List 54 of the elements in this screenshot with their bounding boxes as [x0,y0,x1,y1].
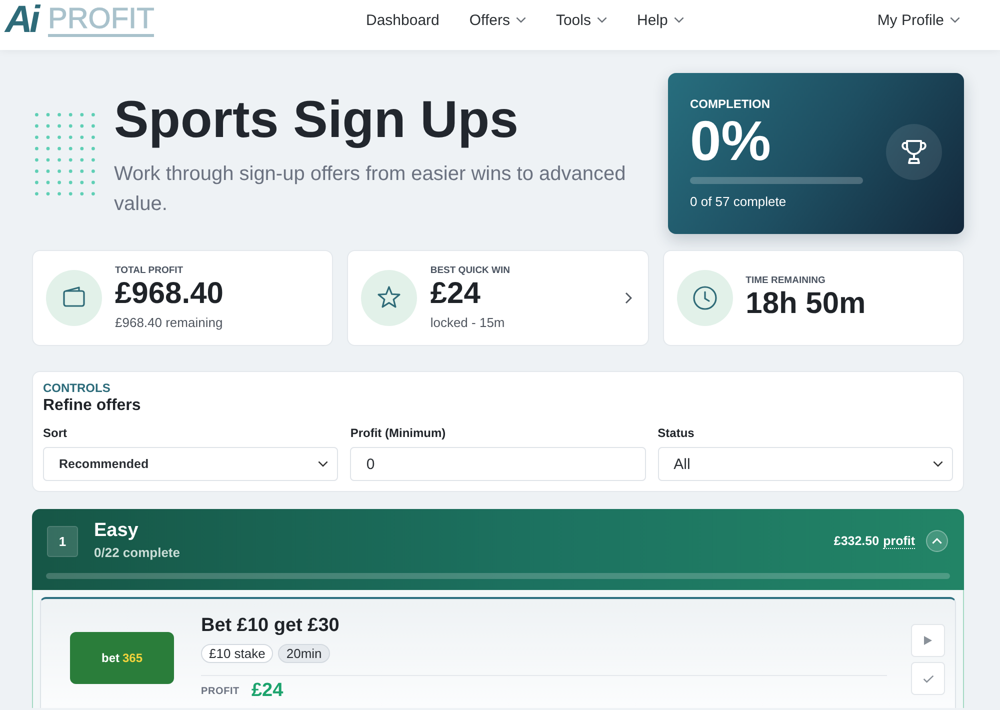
completion-percent: 0% [690,113,772,169]
group-number: 1 [47,526,78,556]
group-profit-amount: £332.50 [834,534,880,548]
chevron-down-icon [674,17,684,23]
chevron-right-icon[interactable] [624,292,632,304]
stat-note: locked - 15m [430,315,506,331]
section-title: Refine offers [43,396,142,416]
dropdown-field[interactable]: All [658,447,953,481]
dropdown-field[interactable]: Recommended [43,447,338,481]
play-icon [924,636,932,645]
stat-note: £968.40 remaining [115,315,224,331]
offer-title: Bet £10 get £30 [201,614,340,638]
stat-value: £24 [430,277,482,311]
chevron-down-icon [516,17,526,23]
completion-label: COMPLETION [690,97,771,111]
stat-value: 18h 50m [746,287,866,321]
clock-icon [676,270,733,326]
logo-wordmark: PROFIT [48,6,154,37]
profit-caption: PROFIT [201,686,240,696]
group-progress-text: 0/22 complete [94,544,180,562]
field-label: Status [658,425,696,441]
wallet-icon [46,270,102,326]
completion-summary: 0 of 57 complete [690,194,788,210]
chevron-down-icon [950,17,960,23]
chevron-down-icon [933,461,943,467]
page-subtitle: Work through sign-up offers from easier wins to advanced value. [114,162,627,217]
page-title: Sports Sign Ups [114,90,520,150]
nav-link[interactable]: Help [637,12,684,28]
section-eyebrow: CONTROLS [43,380,112,396]
bookmaker-logo: bet 365 [70,632,174,684]
field-label: Profit (Minimum) [350,425,447,441]
nav-link[interactable]: Tools [556,12,607,28]
check-icon [922,674,934,682]
group-title: Easy [94,520,140,542]
profile-menu[interactable]: My Profile [877,12,960,28]
offer-tag: 20min [278,644,330,663]
nav-link[interactable]: Offers [469,12,526,28]
offer-tag: £10 stake [201,644,274,663]
stat-label: BEST QUICK WIN [430,265,510,277]
number-input[interactable]: 0 [350,447,646,481]
stat-label: TOTAL PROFIT [115,265,184,277]
nav-link[interactable]: Dashboard [366,12,440,28]
stat-value: £968.40 [115,277,224,311]
trophy-icon [886,124,942,180]
chevron-down-icon [318,461,328,467]
group-profit-term: profit [883,534,915,548]
chevron-up-icon [932,538,942,544]
profit-value: £24 [251,680,284,702]
collapse-button[interactable] [926,530,948,552]
play-button[interactable] [911,624,945,657]
field-label: Sort [43,425,68,441]
logo-mark: Ai [5,2,37,38]
chevron-down-icon [597,17,607,23]
stat-label: TIME REMAINING [746,275,826,287]
